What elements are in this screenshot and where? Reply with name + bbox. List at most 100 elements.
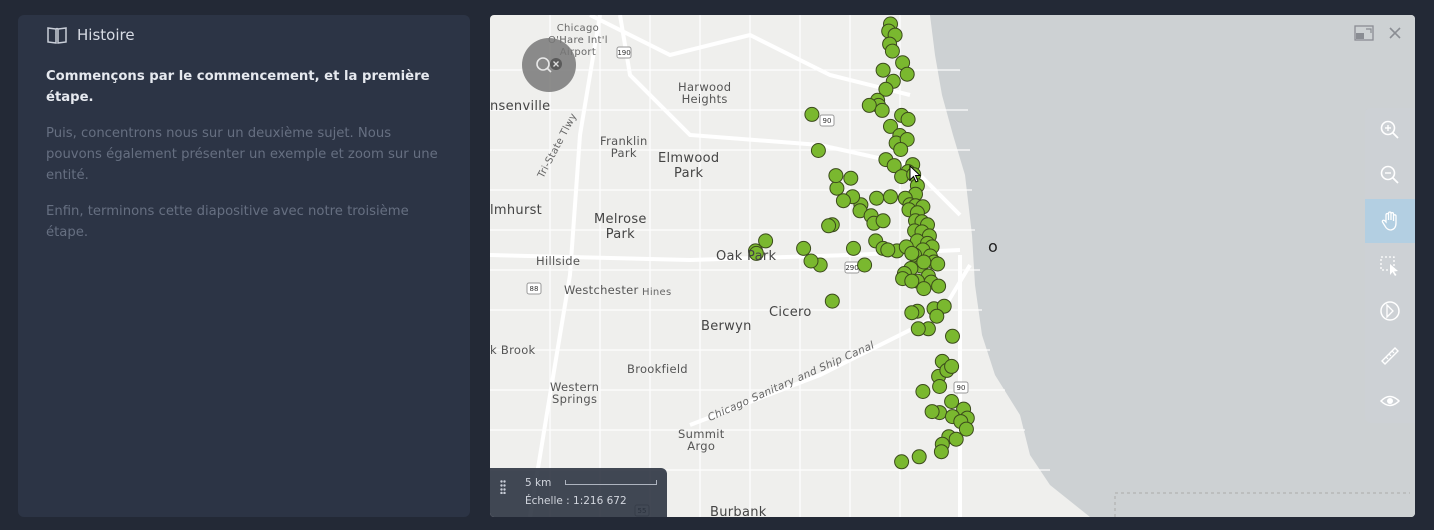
hwy-shield: 90 bbox=[823, 117, 832, 125]
map-label-summit: Summit Argo bbox=[678, 427, 725, 453]
map-label-western: Western Springs bbox=[550, 380, 600, 406]
map-label-burbank: Burbank bbox=[710, 505, 767, 517]
hwy-shield: 190 bbox=[617, 49, 630, 57]
map-point[interactable] bbox=[924, 404, 940, 420]
hand-icon bbox=[1381, 211, 1397, 231]
search-icon bbox=[536, 57, 562, 73]
map-point[interactable] bbox=[875, 213, 891, 229]
map-point[interactable] bbox=[932, 379, 948, 394]
map-point[interactable] bbox=[861, 97, 877, 113]
map-view[interactable]: 190 90 290 88 90 55 Chicago O'Hare Int'l… bbox=[490, 15, 1415, 517]
scale-distance: 5 km bbox=[525, 477, 552, 489]
map-point[interactable] bbox=[828, 168, 844, 184]
story-panel: Histoire Commençons par le commencement,… bbox=[18, 15, 470, 517]
map-point[interactable] bbox=[875, 62, 891, 78]
eye-icon bbox=[1379, 395, 1401, 407]
map-point[interactable] bbox=[758, 233, 774, 249]
map-point[interactable] bbox=[880, 242, 896, 258]
search-button[interactable] bbox=[522, 38, 576, 92]
book-icon bbox=[47, 27, 67, 44]
compass-button[interactable] bbox=[1365, 289, 1415, 333]
map-point[interactable] bbox=[916, 281, 932, 297]
zoom-in-button[interactable] bbox=[1365, 108, 1415, 152]
map-label-brook: k Brook bbox=[490, 343, 536, 357]
map-point[interactable] bbox=[945, 328, 960, 344]
story-step-3[interactable]: Enfin, terminons cette diapositive avec … bbox=[46, 201, 442, 243]
map-label-oakpark: Oak Park bbox=[716, 249, 777, 264]
map-point[interactable] bbox=[803, 253, 819, 269]
scale-bar: 5 km Échelle : 1:216 672 bbox=[490, 468, 667, 517]
story-step-2[interactable]: Puis, concentrons nous sur un deuxième s… bbox=[46, 123, 442, 186]
pan-button[interactable] bbox=[1365, 199, 1415, 243]
map-point[interactable] bbox=[904, 305, 920, 321]
map-point[interactable] bbox=[910, 321, 926, 337]
map-point[interactable] bbox=[911, 449, 927, 465]
map-point[interactable] bbox=[804, 106, 820, 122]
hwy-shield: 90 bbox=[957, 384, 966, 392]
basemap: 190 90 290 88 90 55 bbox=[490, 15, 1415, 517]
map-point[interactable] bbox=[931, 278, 947, 294]
close-button[interactable] bbox=[1385, 25, 1405, 45]
select-button[interactable] bbox=[1365, 244, 1415, 288]
map-point[interactable] bbox=[843, 170, 859, 186]
map-point[interactable] bbox=[948, 431, 964, 447]
zoom-in-icon bbox=[1380, 120, 1399, 139]
map-point[interactable] bbox=[874, 102, 890, 118]
map-label-elmwood: Elmwood Park bbox=[658, 151, 720, 181]
expand-button[interactable] bbox=[1354, 25, 1374, 45]
map-label-hines: Hines bbox=[642, 287, 672, 298]
map-point[interactable] bbox=[869, 190, 885, 206]
ruler-icon bbox=[1381, 347, 1399, 365]
map-point[interactable] bbox=[916, 254, 932, 270]
story-header: Histoire bbox=[46, 25, 442, 45]
lake-michigan bbox=[930, 15, 1415, 517]
map-label-bensenville: nsenville bbox=[490, 99, 551, 114]
expand-icon bbox=[1354, 25, 1374, 41]
scale-ratio: Échelle : 1:216 672 bbox=[525, 495, 627, 507]
map-label-berwyn: Berwyn bbox=[701, 319, 752, 334]
map-point[interactable] bbox=[829, 180, 845, 196]
visibility-button[interactable] bbox=[1365, 379, 1415, 423]
map-point[interactable] bbox=[796, 240, 812, 256]
map-point[interactable] bbox=[810, 143, 826, 158]
measure-button[interactable] bbox=[1365, 334, 1415, 378]
map-point[interactable] bbox=[894, 454, 910, 470]
map-point[interactable] bbox=[944, 394, 960, 409]
map-point[interactable] bbox=[893, 142, 909, 157]
map-label-melrose: Melrose Park bbox=[594, 212, 647, 242]
map-point[interactable] bbox=[884, 43, 900, 59]
map-point[interactable] bbox=[899, 66, 915, 82]
map-point[interactable] bbox=[846, 240, 861, 256]
map-label-harwood: Harwood Heights bbox=[678, 80, 732, 106]
zoom-out-icon bbox=[1380, 165, 1399, 184]
compass-icon bbox=[1380, 301, 1400, 321]
map-label-westchester: Westchester bbox=[564, 283, 639, 297]
story-step-1[interactable]: Commençons par le commencement, et la pr… bbox=[46, 66, 442, 108]
map-point[interactable] bbox=[904, 245, 920, 261]
map-point[interactable] bbox=[883, 189, 898, 205]
select-icon bbox=[1380, 256, 1398, 276]
map-label-chicago: o bbox=[988, 237, 999, 256]
map-toolbar bbox=[1365, 108, 1415, 423]
map-label-franklin: Franklin Park bbox=[600, 134, 648, 160]
map-point[interactable] bbox=[904, 273, 920, 289]
map-label-elmhurst: lmhurst bbox=[490, 203, 543, 218]
map-point[interactable] bbox=[900, 111, 916, 127]
story-title: Histoire bbox=[77, 26, 135, 44]
map-point[interactable] bbox=[821, 218, 837, 234]
map-point[interactable] bbox=[930, 256, 946, 272]
scale-line bbox=[565, 480, 657, 485]
map-point[interactable] bbox=[824, 293, 840, 309]
map-label-hillside: Hillside bbox=[536, 254, 581, 268]
map-point[interactable] bbox=[915, 384, 931, 399]
map-point[interactable] bbox=[835, 193, 851, 209]
map-point[interactable] bbox=[933, 444, 949, 460]
map-point[interactable] bbox=[929, 308, 945, 324]
map-label-brookfield: Brookfield bbox=[627, 362, 688, 376]
hwy-shield: 290 bbox=[845, 264, 858, 272]
map-point[interactable] bbox=[857, 257, 873, 273]
map-point[interactable] bbox=[944, 358, 960, 374]
zoom-out-button[interactable] bbox=[1365, 153, 1415, 197]
drag-handle-icon[interactable] bbox=[500, 480, 506, 494]
map-label-cicero: Cicero bbox=[769, 305, 812, 320]
